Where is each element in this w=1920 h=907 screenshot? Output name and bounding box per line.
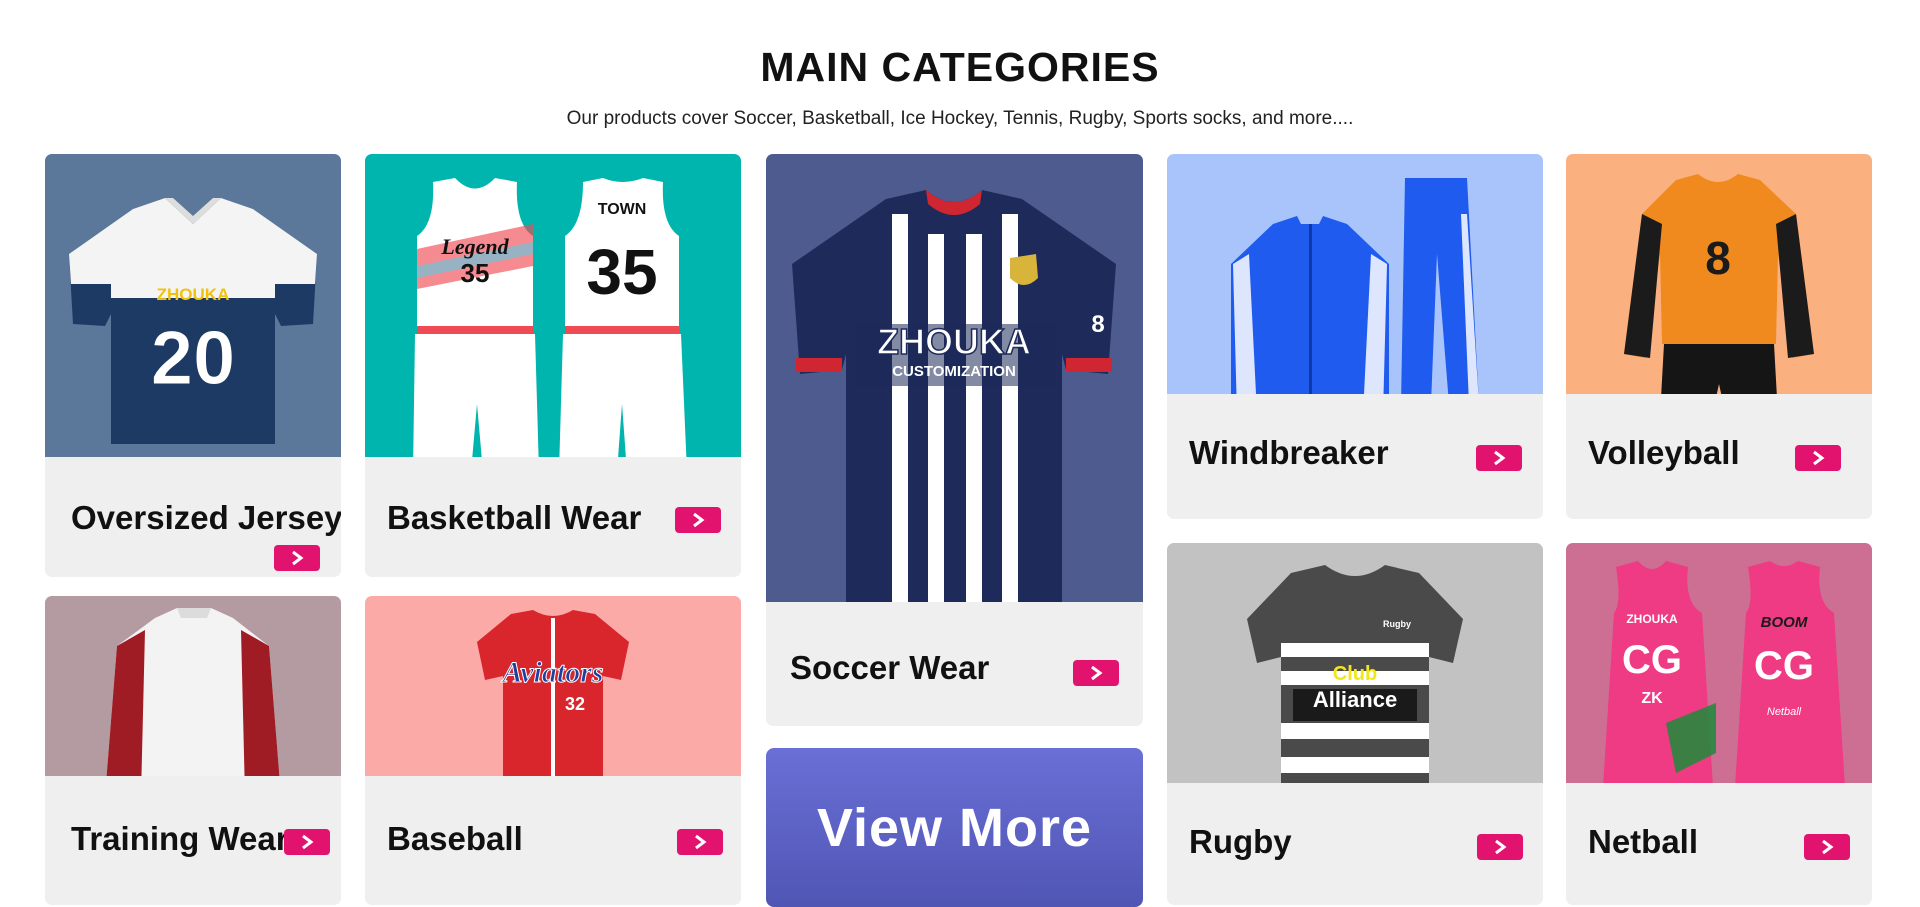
category-label: Basketball Wear [387,499,642,536]
chevron-right-icon[interactable] [274,545,320,571]
chevron-right-icon[interactable] [1795,445,1841,471]
training-wear-image [45,596,341,776]
svg-text:Rugby: Rugby [1383,619,1411,629]
svg-text:20: 20 [151,316,236,401]
svg-text:8: 8 [1705,232,1731,284]
svg-text:ZHOUKA: ZHOUKA [877,321,1031,362]
svg-text:35: 35 [461,258,490,288]
svg-text:Netball: Netball [1767,706,1802,718]
svg-text:Aviators: Aviators [500,656,603,689]
rugby-image: Club Alliance Rugby [1167,543,1543,783]
category-card-training-wear[interactable]: Training Wear [45,596,341,905]
category-label: Soccer Wear [790,649,990,686]
svg-text:ZHOUKA: ZHOUKA [1626,612,1678,626]
chevron-right-icon[interactable] [1073,660,1119,686]
svg-text:8: 8 [1091,311,1104,338]
category-label: Training Wear [71,820,289,857]
svg-text:32: 32 [565,694,585,714]
category-card-rugby[interactable]: Club Alliance Rugby Rugby [1167,543,1543,905]
category-card-windbreaker[interactable]: Windbreaker [1167,154,1543,519]
volleyball-image: 8 [1566,154,1872,394]
netball-image: ZHOUKA CG ZK BOOM CG Netball [1566,543,1872,783]
windbreaker-image [1167,154,1543,394]
chevron-right-icon[interactable] [284,829,330,855]
svg-text:Alliance: Alliance [1313,687,1397,712]
view-more-label: View More [816,797,1093,858]
svg-text:Legend: Legend [440,234,509,259]
category-card-soccer-wear[interactable]: ZHOUKA CUSTOMIZATION 8 Soccer Wear [766,154,1143,726]
category-label: Volleyball [1588,434,1740,471]
svg-text:ZHOUKA: ZHOUKA [157,285,230,304]
category-label: Oversized Jersey [71,499,341,536]
oversized-jersey-image: ZHOUKA 20 [45,154,341,457]
basketball-wear-image: Legend 35 TOWN 35 [365,154,741,457]
chevron-right-icon[interactable] [675,507,721,533]
category-label: Netball [1588,823,1699,860]
category-card-oversized-jersey[interactable]: ZHOUKA 20 Oversized Jersey [45,154,341,577]
baseball-image: Aviators 32 [365,596,741,776]
chevron-right-icon[interactable] [677,829,723,855]
svg-text:35: 35 [586,236,657,308]
svg-text:CUSTOMIZATION: CUSTOMIZATION [892,363,1016,380]
category-label: Windbreaker [1189,434,1389,471]
svg-text:CG: CG [1754,644,1814,688]
svg-text:TOWN: TOWN [598,201,647,218]
svg-text:Club: Club [1333,663,1377,685]
chevron-right-icon[interactable] [1476,445,1522,471]
view-more-button[interactable]: View More [766,748,1143,907]
svg-text:BOOM: BOOM [1761,614,1808,631]
section-title: MAIN CATEGORIES [760,44,1160,90]
chevron-right-icon[interactable] [1804,834,1850,860]
soccer-wear-image: ZHOUKA CUSTOMIZATION 8 [766,154,1143,602]
svg-text:ZK: ZK [1641,690,1663,707]
svg-text:CG: CG [1622,638,1682,682]
category-card-basketball-wear[interactable]: Legend 35 TOWN 35 Basketball Wear [365,154,741,577]
category-label: Rugby [1189,823,1292,860]
category-card-netball[interactable]: ZHOUKA CG ZK BOOM CG Netball Netball [1566,543,1872,905]
section-subtitle: Our products cover Soccer, Basketball, I… [566,108,1354,129]
chevron-right-icon[interactable] [1477,834,1523,860]
category-card-baseball[interactable]: Aviators 32 Baseball [365,596,741,905]
category-label: Baseball [387,820,523,857]
category-card-volleyball[interactable]: 8 Volleyball [1566,154,1872,519]
